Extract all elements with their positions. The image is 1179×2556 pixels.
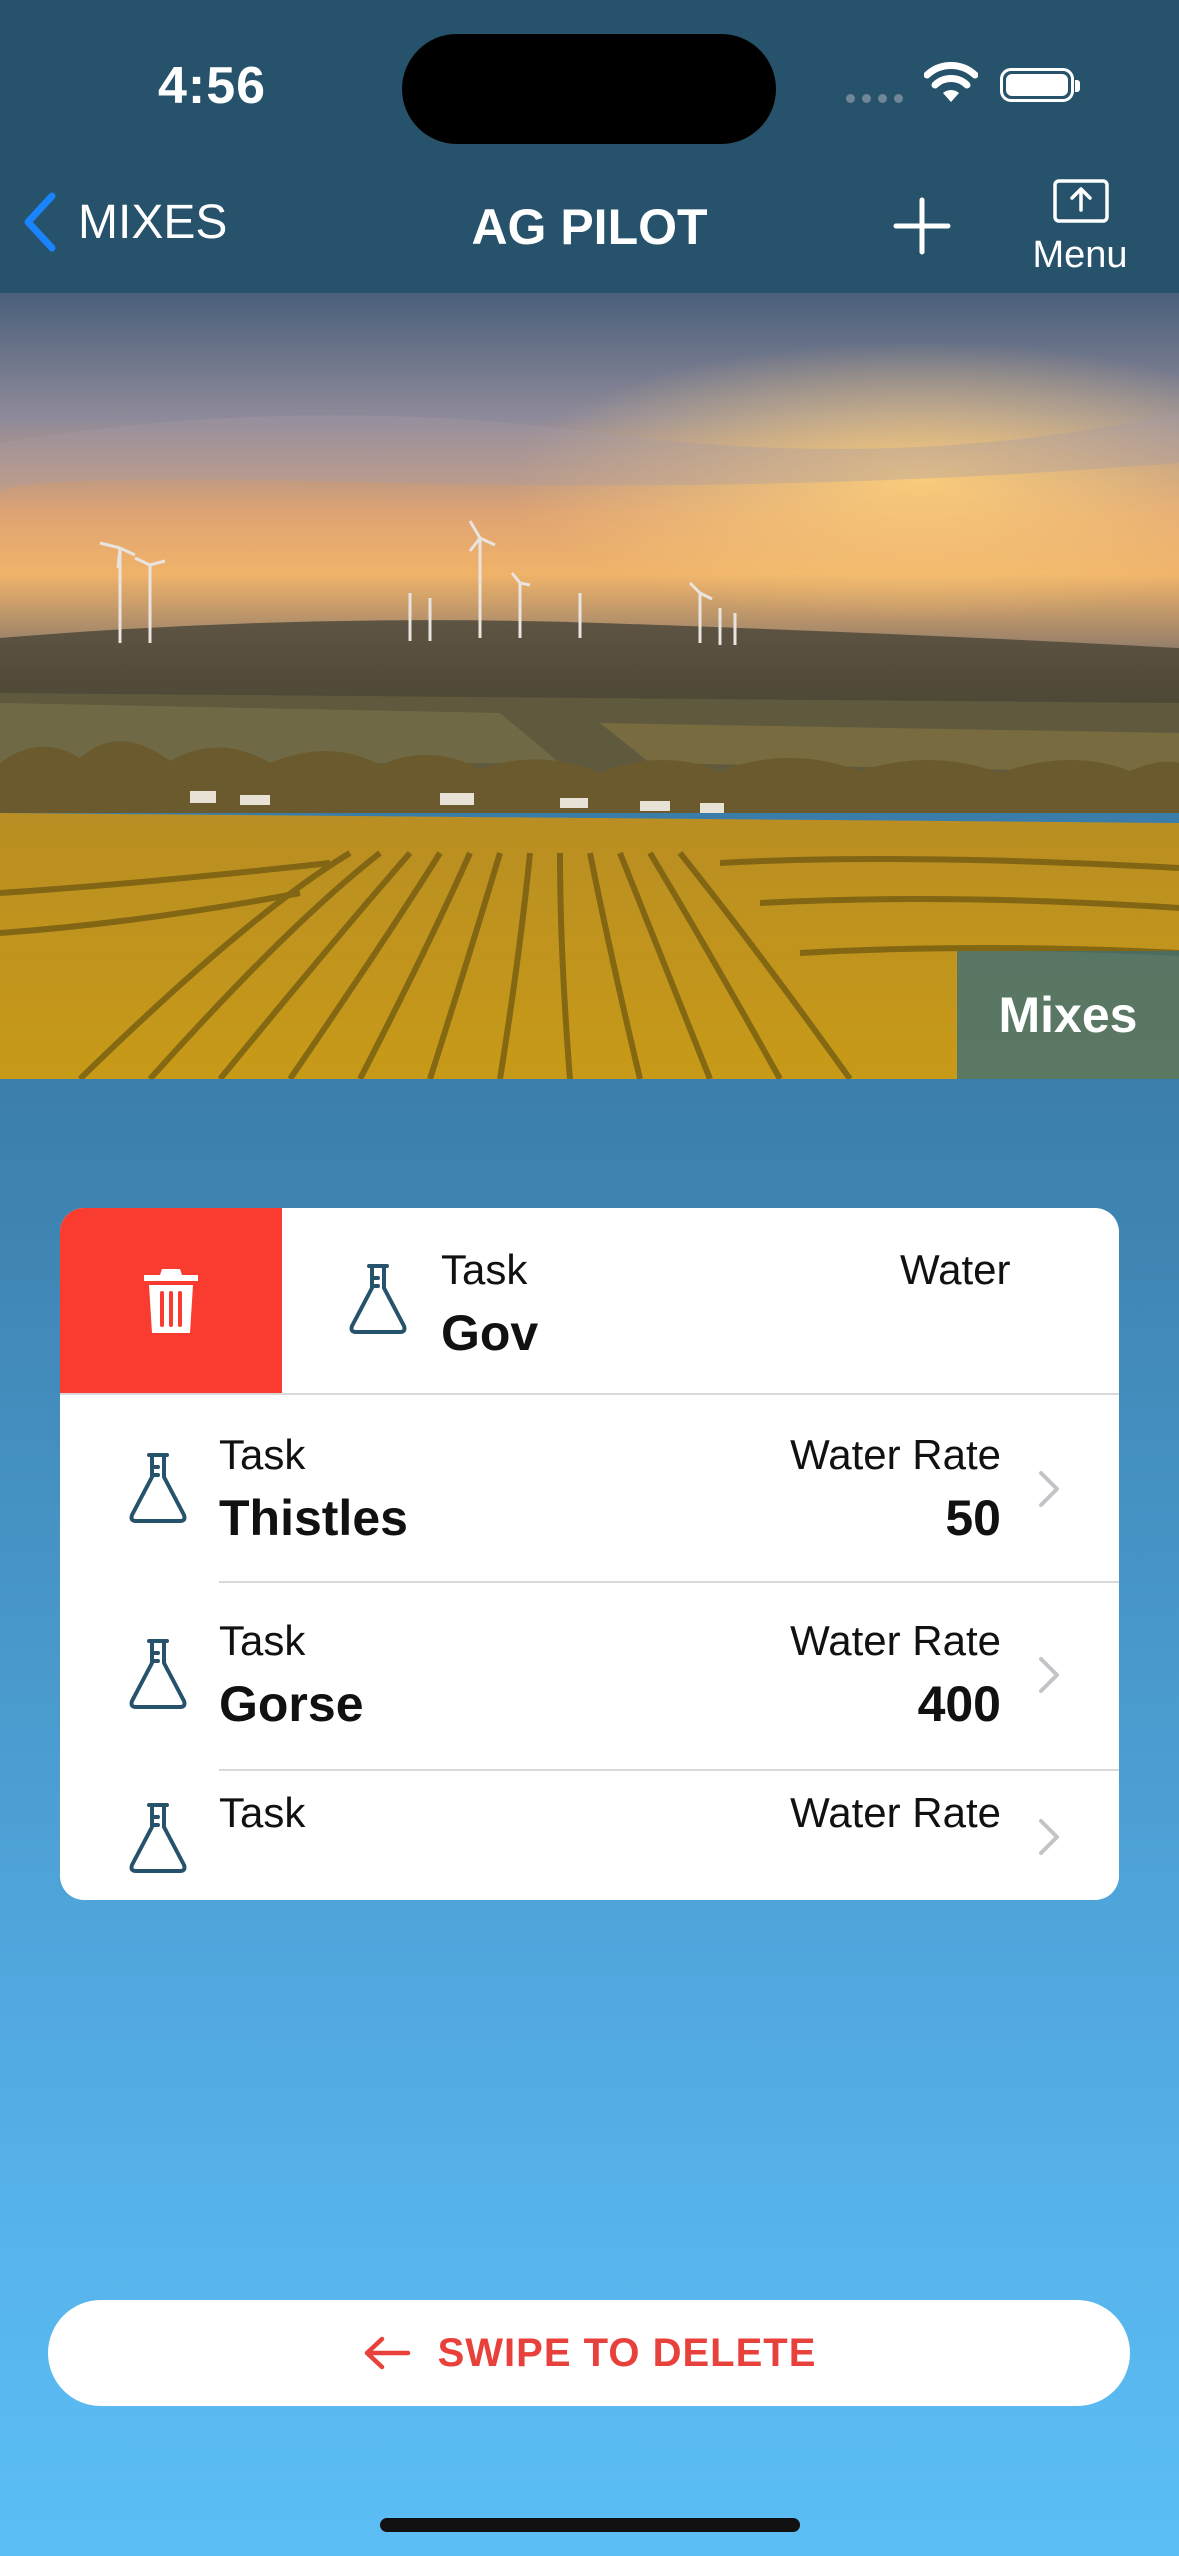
navigation-bar: 4:56 MIXES AG PILOT Menu bbox=[0, 0, 1179, 293]
mix-list: Task Gov Water Task Thistles Water Rate … bbox=[60, 1208, 1119, 1900]
water-rate-label: Water Rate bbox=[790, 1617, 1001, 1664]
list-item[interactable]: Task Gorse Water Rate 400 bbox=[60, 1583, 1119, 1769]
flask-icon bbox=[129, 1639, 187, 1709]
arrow-left-icon bbox=[364, 2336, 410, 2370]
water-rate-value: 400 bbox=[917, 1676, 1001, 1732]
delete-button[interactable] bbox=[60, 1208, 282, 1394]
task-label: Task bbox=[219, 1431, 306, 1478]
task-name: Gorse bbox=[219, 1676, 364, 1732]
signal-icon bbox=[846, 94, 903, 103]
hero-image: Mixes bbox=[0, 293, 1179, 1079]
menu-label: Menu bbox=[1032, 234, 1128, 276]
water-rate-label: Water Rate bbox=[790, 1789, 1001, 1836]
water-rate-label: Water Rate bbox=[790, 1431, 1001, 1478]
page-title: AG PILOT bbox=[471, 199, 708, 255]
task-name: Thistles bbox=[219, 1490, 408, 1546]
list-item[interactable]: Task Water Rate bbox=[60, 1771, 1119, 1900]
water-rate-value: 50 bbox=[945, 1490, 1001, 1546]
battery-icon bbox=[1000, 68, 1080, 102]
water-rate-label: Water bbox=[900, 1246, 1011, 1293]
chevron-right-icon bbox=[1039, 1819, 1059, 1855]
list-item[interactable]: Task Thistles Water Rate 50 bbox=[60, 1395, 1119, 1581]
swipe-to-delete-label: SWIPE TO DELETE bbox=[437, 2330, 817, 2375]
list-item-swiped[interactable]: Task Gov Water bbox=[60, 1208, 1119, 1394]
home-indicator[interactable] bbox=[380, 2518, 800, 2532]
flask-icon bbox=[349, 1264, 407, 1334]
chevron-right-icon bbox=[1039, 1657, 1059, 1693]
task-label: Task bbox=[219, 1789, 306, 1836]
trash-icon bbox=[144, 1269, 198, 1333]
task-label: Task bbox=[219, 1617, 306, 1664]
flask-icon bbox=[129, 1453, 187, 1523]
task-label: Task bbox=[441, 1246, 528, 1293]
section-badge: Mixes bbox=[957, 951, 1179, 1079]
flask-icon bbox=[129, 1803, 187, 1873]
task-name: Gov bbox=[441, 1305, 539, 1361]
swipe-to-delete-button[interactable]: SWIPE TO DELETE bbox=[48, 2300, 1130, 2406]
menu-button[interactable]: Menu bbox=[1020, 178, 1140, 278]
status-time: 4:56 bbox=[158, 57, 267, 115]
dynamic-island bbox=[402, 34, 776, 144]
share-tray-icon bbox=[1053, 179, 1109, 223]
chevron-right-icon bbox=[1039, 1471, 1059, 1507]
plus-icon[interactable] bbox=[890, 194, 954, 258]
wifi-icon bbox=[924, 62, 978, 102]
